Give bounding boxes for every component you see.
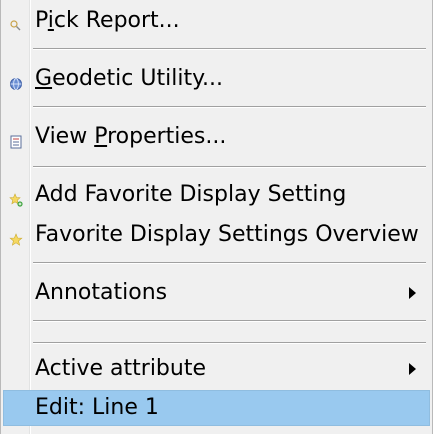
menu-item-pick-report[interactable]: Pick Report... (3, 2, 430, 40)
menu-item-favorite-display-settings-overview[interactable]: Favorite Display Settings Overview (3, 216, 430, 254)
menu-separator (33, 342, 426, 344)
menu-separator (33, 262, 426, 264)
access-key: G (35, 66, 53, 91)
menu-item-geodetic-utility[interactable]: Geodetic Utility... (3, 60, 430, 98)
menu-item-label: Annotations (35, 280, 168, 305)
menu-item-add-favorite-display-setting[interactable]: Add Favorite Display Setting (3, 176, 430, 214)
menu-item-label: Edit: Line 1 (35, 395, 159, 420)
menu-item-label: Pick Report... (35, 8, 180, 33)
add-favorite-star-icon (9, 188, 23, 207)
favorite-star-icon (9, 228, 23, 246)
menu-item-label: Favorite Display Settings Overview (35, 222, 419, 247)
menu-item-label: Geodetic Utility... (35, 66, 223, 91)
submenu-arrow-icon (409, 363, 416, 375)
menu-item-label: Active attribute (35, 356, 207, 381)
menu-item-view-properties[interactable]: View Properties... (3, 118, 430, 156)
access-key: P (94, 124, 108, 149)
access-key: i (47, 8, 54, 33)
context-menu: Pick Report... Geodetic Utility... View … (0, 0, 433, 434)
menu-item-edit-line[interactable]: Edit: Line 1 (3, 390, 430, 426)
menu-separator (33, 106, 426, 108)
menu-item-annotations[interactable]: Annotations (3, 274, 430, 312)
menu-item-active-attribute[interactable]: Active attribute (3, 350, 430, 388)
menu-separator (33, 48, 426, 50)
submenu-arrow-icon (409, 287, 416, 299)
properties-icon (9, 130, 23, 149)
menu-separator (33, 166, 426, 168)
pick-report-icon (9, 14, 23, 31)
globe-icon (9, 72, 23, 90)
menu-separator (33, 320, 426, 322)
menu-item-label: Add Favorite Display Setting (35, 182, 347, 207)
menu-item-label: View Properties... (35, 124, 227, 149)
